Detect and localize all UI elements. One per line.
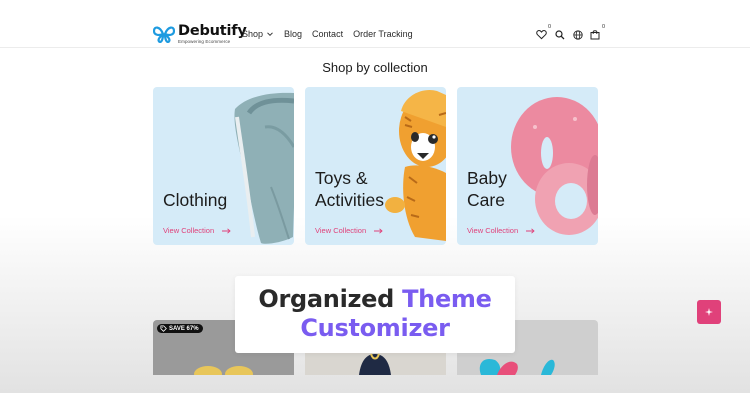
headline-word-theme: Theme: [402, 285, 492, 313]
view-collection-label: View Collection: [467, 226, 519, 235]
floating-action-button[interactable]: [697, 300, 721, 324]
nav-contact-label: Contact: [312, 29, 344, 39]
view-collection-label: View Collection: [315, 226, 367, 235]
promo-headline-box: Organized Theme Customizer: [235, 276, 515, 353]
arrow-right-icon: [222, 227, 231, 234]
card-title: Baby Care: [467, 168, 507, 210]
nav-shop[interactable]: Shop: [242, 29, 274, 39]
nav-blog-label: Blog: [284, 29, 303, 39]
sale-badge-label: SAVE 67%: [169, 325, 199, 332]
toy-tiger-image: [385, 89, 446, 241]
nav-shop-label: Shop: [242, 29, 264, 39]
search-icon: [555, 30, 565, 40]
view-collection-link[interactable]: View Collection: [467, 226, 535, 235]
collection-card-clothing[interactable]: Clothing View Collection: [153, 87, 294, 245]
site-header: Debutify Empowering Ecommerce Shop Blog …: [0, 0, 750, 48]
arrow-right-icon: [526, 227, 535, 234]
teether-image: [511, 97, 598, 235]
globe-icon: [573, 30, 583, 40]
cart-count: 0: [601, 24, 605, 30]
shopping-bag-icon: [590, 30, 600, 40]
heart-icon: [536, 30, 547, 40]
header-icons: 0 0: [536, 24, 605, 42]
collection-card-toys[interactable]: Toys & Activities View Collection: [305, 87, 446, 245]
nav-contact[interactable]: Contact: [312, 29, 343, 39]
view-collection-link[interactable]: View Collection: [163, 226, 231, 235]
headline-word-organized: Organized: [258, 285, 395, 313]
nav-blog[interactable]: Blog: [284, 29, 302, 39]
clothing-image: [234, 92, 294, 244]
logo-name: Debutify: [178, 23, 247, 39]
logo[interactable]: Debutify Empowering Ecommerce: [153, 24, 247, 44]
collections-title: Shop by collection: [322, 60, 428, 75]
card-title: Clothing: [163, 190, 228, 210]
wishlist-count: 0: [547, 24, 551, 30]
nav-order-tracking[interactable]: Order Tracking: [353, 29, 413, 39]
search-button[interactable]: [553, 28, 569, 42]
sale-badge: SAVE 67%: [157, 324, 203, 333]
tag-icon: [160, 325, 167, 332]
main-nav: Shop Blog Contact Order Tracking: [242, 29, 423, 39]
sparkle-icon: [705, 308, 713, 316]
collection-card-baby-care[interactable]: Baby Care View Collection: [457, 87, 598, 245]
butterfly-logo-icon: [153, 26, 175, 43]
arrow-right-icon: [374, 227, 383, 234]
cart-button[interactable]: 0: [585, 24, 605, 42]
chevron-down-icon: [267, 32, 273, 37]
wishlist-button[interactable]: 0: [536, 24, 552, 42]
view-collection-label: View Collection: [163, 226, 215, 235]
language-button[interactable]: [569, 28, 585, 42]
card-title: Toys & Activities: [315, 168, 385, 210]
logo-tagline: Empowering Ecommerce: [178, 38, 231, 44]
nav-order-tracking-label: Order Tracking: [353, 29, 413, 39]
promo-headline-line2: Customizer: [300, 314, 450, 342]
promo-headline-line1: Organized Theme: [235, 285, 515, 313]
view-collection-link[interactable]: View Collection: [315, 226, 383, 235]
